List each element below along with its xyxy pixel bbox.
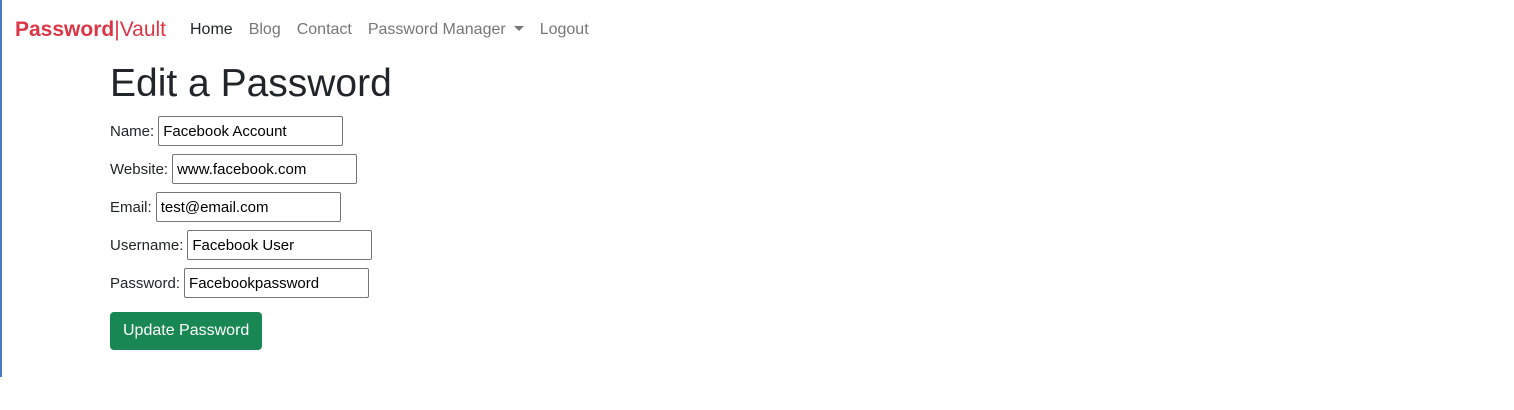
main-content: Edit a Password Name: Website: Email: Us…	[110, 60, 392, 350]
password-label: Password:	[110, 274, 181, 292]
left-accent-rule	[0, 0, 2, 377]
brand-light: Vault	[119, 18, 166, 41]
chevron-down-icon	[513, 26, 524, 31]
navbar: Password|Vault Home Blog Contact Passwor…	[15, 0, 605, 60]
name-row: Name:	[110, 116, 392, 146]
email-row: Email:	[110, 192, 392, 222]
username-label: Username:	[110, 236, 184, 254]
nav-password-manager-label: Password Manager	[367, 21, 506, 38]
update-password-button[interactable]: Update Password	[110, 312, 263, 350]
brand-logo[interactable]: Password|Vault	[15, 18, 166, 42]
username-input[interactable]	[187, 230, 373, 260]
name-input[interactable]	[158, 116, 344, 146]
edit-password-form: Name: Website: Email: Username: Password…	[110, 116, 392, 350]
username-row: Username:	[110, 230, 392, 260]
nav-contact[interactable]: Contact	[297, 21, 352, 39]
website-input[interactable]	[172, 154, 358, 184]
website-label: Website:	[110, 160, 169, 178]
name-label: Name:	[110, 122, 155, 140]
password-row: Password:	[110, 268, 392, 298]
email-label: Email:	[110, 198, 152, 216]
nav-logout[interactable]: Logout	[540, 21, 589, 39]
page-title: Edit a Password	[110, 62, 392, 105]
email-input[interactable]	[155, 192, 341, 222]
password-input[interactable]	[184, 268, 370, 298]
website-row: Website:	[110, 154, 392, 184]
page: Password|Vault Home Blog Contact Passwor…	[0, 0, 1514, 410]
nav-home[interactable]: Home	[190, 21, 233, 39]
nav-password-manager-dropdown[interactable]: Password Manager	[368, 21, 524, 39]
nav-blog[interactable]: Blog	[249, 21, 281, 39]
brand-bold: Password	[15, 18, 115, 41]
